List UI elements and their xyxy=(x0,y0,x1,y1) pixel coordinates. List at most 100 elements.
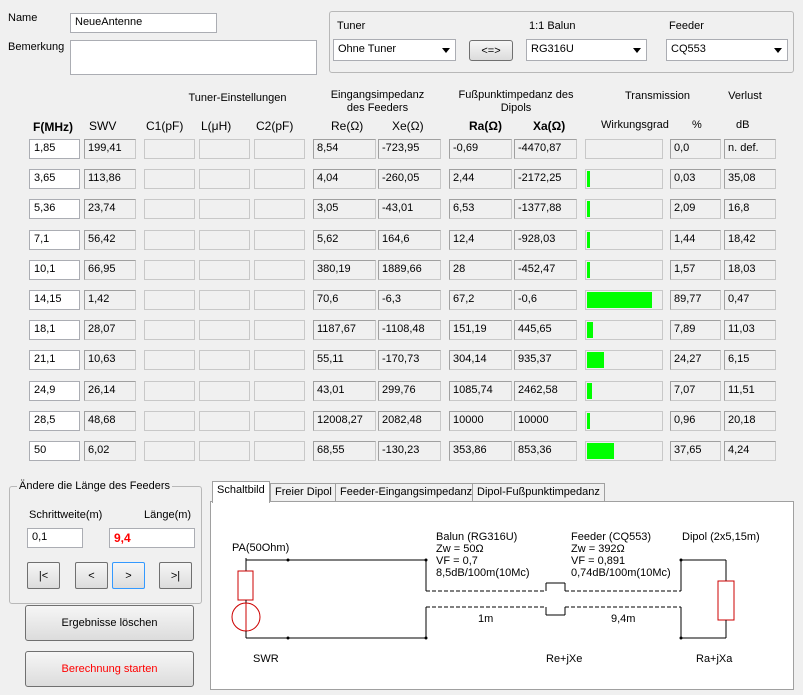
freq-input[interactable]: 18,1 xyxy=(29,320,80,340)
freq-input[interactable]: 28,5 xyxy=(29,411,80,431)
dipole-title: Dipol (2x5,15m) xyxy=(682,531,760,543)
xa-cell: -4470,87 xyxy=(514,139,577,159)
freq-input[interactable]: 24,9 xyxy=(29,381,80,401)
freq-input[interactable]: 50 xyxy=(29,441,80,461)
feeder-group-title: Ändere die Länge des Feeders xyxy=(17,480,173,492)
prev-button[interactable]: < xyxy=(75,562,108,589)
freq-input[interactable]: 1,85 xyxy=(29,139,80,159)
swr-cell: 48,68 xyxy=(84,411,136,431)
efficiency-bar-fill xyxy=(587,201,590,217)
next-button[interactable]: > xyxy=(112,562,145,589)
efficiency-bar-fill xyxy=(587,413,590,429)
percent-cell: 89,77 xyxy=(670,290,721,310)
c1-cell xyxy=(144,230,195,250)
swr-cell: 26,14 xyxy=(84,381,136,401)
col-c2: C2(pF) xyxy=(256,119,294,133)
clear-results-button[interactable]: Ergebnisse löschen xyxy=(25,605,194,641)
re-cell: 5,62 xyxy=(313,230,376,250)
l-cell xyxy=(199,169,250,189)
swr-cell: 113,86 xyxy=(84,169,136,189)
tab-schaltbild[interactable]: Schaltbild xyxy=(212,481,270,503)
tuner-value: Ohne Tuner xyxy=(338,43,397,55)
percent-cell: 7,07 xyxy=(670,381,721,401)
balun-select[interactable]: RG316U xyxy=(526,39,647,61)
freq-input[interactable]: 7,1 xyxy=(29,230,80,250)
xe-cell: 164,6 xyxy=(378,230,441,250)
xe-cell: -170,73 xyxy=(378,350,441,370)
c1-cell xyxy=(144,260,195,280)
balun-value: RG316U xyxy=(531,43,574,55)
swr-cell: 28,07 xyxy=(84,320,136,340)
xa-cell: 445,65 xyxy=(514,320,577,340)
col-xa: Xa(Ω) xyxy=(533,119,566,133)
last-button[interactable]: >| xyxy=(159,562,192,589)
name-input[interactable]: NeueAntenne xyxy=(70,13,217,33)
c2-cell xyxy=(254,230,305,250)
length-input[interactable]: 9,4 xyxy=(109,528,195,548)
c1-cell xyxy=(144,411,195,431)
efficiency-bar-fill xyxy=(587,232,590,248)
c1-cell xyxy=(144,381,195,401)
remark-input[interactable] xyxy=(70,40,317,75)
efficiency-bar-fill xyxy=(587,443,614,459)
l-cell xyxy=(199,411,250,431)
freq-input[interactable]: 14,15 xyxy=(29,290,80,310)
percent-cell: 0,0 xyxy=(670,139,721,159)
efficiency-bar-fill xyxy=(587,292,652,308)
re-cell: 43,01 xyxy=(313,381,376,401)
step-input[interactable]: 0,1 xyxy=(27,528,83,548)
schematic-diagram: PA(50Ohm) Balun (RG316U) Zw = 50Ω VF = 0… xyxy=(231,531,760,665)
ra-cell: 12,4 xyxy=(449,230,512,250)
feed-impedance-header: Eingangsimpedanz des Feeders xyxy=(330,89,425,114)
tab-dipole-impedance[interactable]: Dipol-Fußpunktimpedanz xyxy=(472,483,605,501)
re-cell: 8,54 xyxy=(313,139,376,159)
swr-cell: 66,95 xyxy=(84,260,136,280)
c2-cell xyxy=(254,260,305,280)
xe-cell: 2082,48 xyxy=(378,411,441,431)
xe-cell: -260,05 xyxy=(378,169,441,189)
freq-input[interactable]: 10,1 xyxy=(29,260,80,280)
chevron-down-icon xyxy=(442,48,450,53)
freq-input[interactable]: 5,36 xyxy=(29,199,80,219)
ra-cell: 304,14 xyxy=(449,350,512,370)
col-db: dB xyxy=(736,119,750,131)
c2-cell xyxy=(254,139,305,159)
c1-cell xyxy=(144,350,195,370)
db-cell: 11,03 xyxy=(724,320,776,340)
re-xe-label: Re+jXe xyxy=(546,653,582,665)
feeder-select[interactable]: CQ553 xyxy=(666,39,788,61)
tab-feeder-impedance[interactable]: Feeder-Eingangsimpedanz xyxy=(335,483,478,501)
step-label: Schrittweite(m) xyxy=(29,509,103,521)
xa-cell: -2172,25 xyxy=(514,169,577,189)
swr-cell: 6,02 xyxy=(84,441,136,461)
efficiency-bar xyxy=(585,381,663,401)
c1-cell xyxy=(144,139,195,159)
balun-length: 1m xyxy=(478,613,493,625)
swr-cell: 56,42 xyxy=(84,230,136,250)
re-cell: 12008,27 xyxy=(313,411,376,431)
swr-label: SWR xyxy=(253,653,279,665)
first-button[interactable]: |< xyxy=(27,562,60,589)
tuner-select[interactable]: Ohne Tuner xyxy=(333,39,456,61)
col-swr: SWV xyxy=(89,119,117,133)
balun-title: Balun (RG316U) xyxy=(436,531,517,543)
efficiency-bar xyxy=(585,199,663,219)
efficiency-bar-fill xyxy=(587,383,592,399)
db-cell: 18,03 xyxy=(724,260,776,280)
feeder-vf: VF = 0,891 xyxy=(571,555,625,567)
col-l: L(μH) xyxy=(201,119,232,133)
loss-header: Verlust xyxy=(728,90,762,102)
c1-cell xyxy=(144,169,195,189)
db-cell: 0,47 xyxy=(724,290,776,310)
start-calculation-button[interactable]: Berechnung starten xyxy=(25,651,194,687)
xe-cell: 299,76 xyxy=(378,381,441,401)
percent-cell: 37,65 xyxy=(670,441,721,461)
swap-button[interactable]: <=> xyxy=(469,40,513,61)
ra-cell: 2,44 xyxy=(449,169,512,189)
xa-cell: -452,47 xyxy=(514,260,577,280)
balun-attenuation: 8,5dB/100m(10Mc) xyxy=(436,567,530,579)
freq-input[interactable]: 3,65 xyxy=(29,169,80,189)
efficiency-bar-fill xyxy=(587,322,593,338)
freq-input[interactable]: 21,1 xyxy=(29,350,80,370)
tab-free-dipole[interactable]: Freier Dipol xyxy=(270,483,337,501)
